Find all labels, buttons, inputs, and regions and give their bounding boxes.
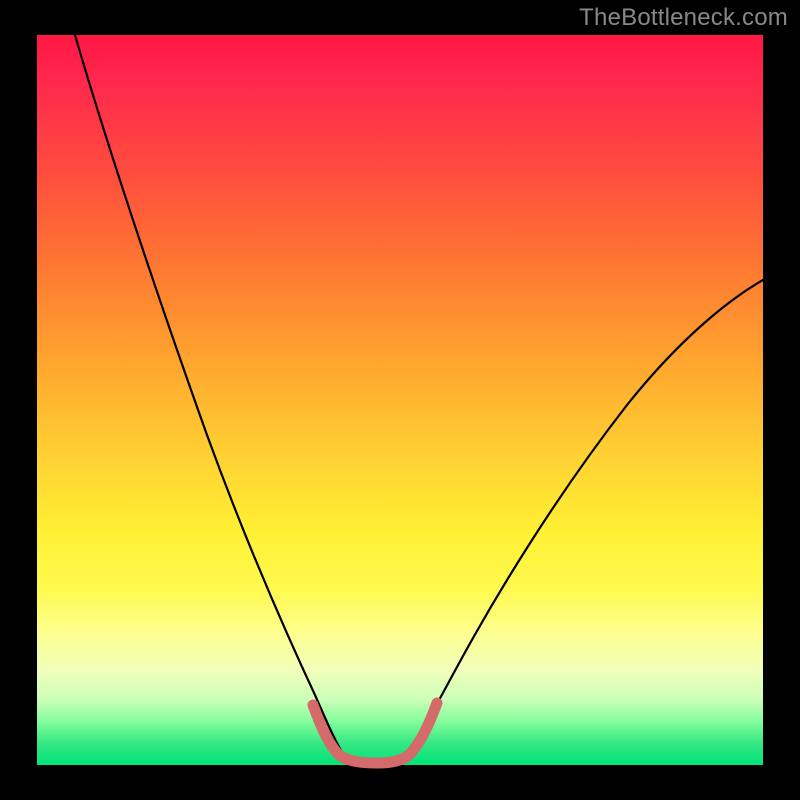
chart-svg xyxy=(37,35,763,765)
watermark-label: TheBottleneck.com xyxy=(579,4,788,32)
plot-area xyxy=(37,35,763,765)
left-curve xyxy=(75,35,345,757)
chart-frame: TheBottleneck.com xyxy=(0,0,800,800)
right-curve xyxy=(407,280,763,757)
